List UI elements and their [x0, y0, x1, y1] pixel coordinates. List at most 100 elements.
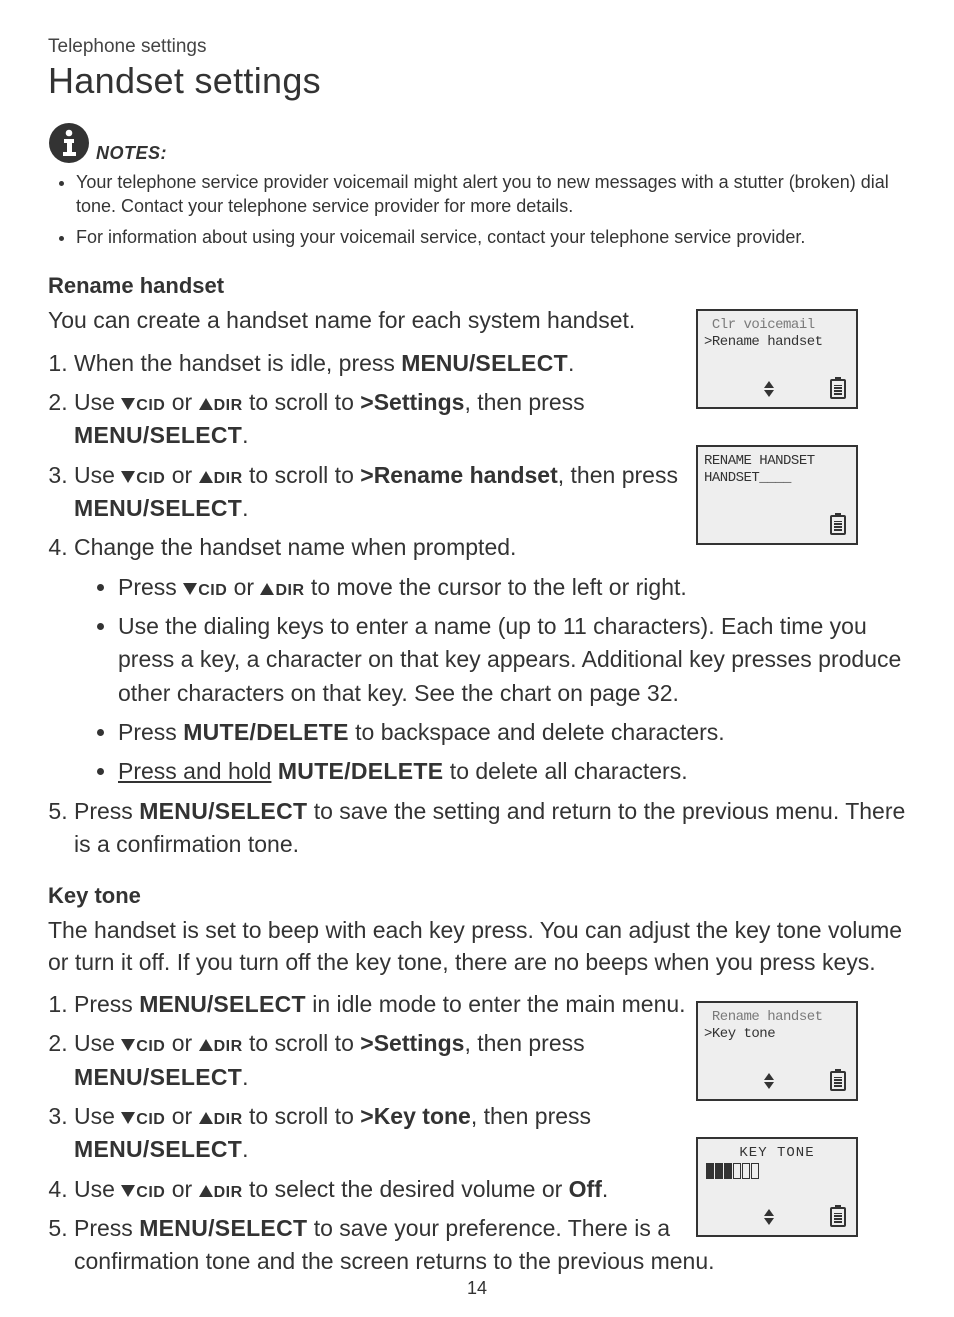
lcd-status-row	[698, 1207, 856, 1227]
up-triangle-icon	[199, 1039, 213, 1051]
keytone-section: Rename handset >Key tone KEY TONE Key to…	[48, 883, 906, 1278]
menu-select-key-label: MENU/SELECT	[74, 495, 242, 521]
step-text: Press	[118, 574, 183, 600]
step-text: Press	[74, 1215, 139, 1241]
down-triangle-icon	[183, 583, 197, 595]
step-text: to delete all characters.	[443, 758, 687, 784]
battery-icon	[830, 379, 846, 399]
dir-key-label: DIR	[214, 1184, 243, 1201]
step-item: Use CID or DIR to scroll to >Settings, t…	[74, 1027, 729, 1094]
dir-key-label: DIR	[214, 1111, 243, 1128]
step-item: Use CID or DIR to scroll to >Rename hand…	[74, 459, 729, 526]
step-text: Use	[74, 462, 121, 488]
step-text: Change the handset name when prompted.	[74, 534, 516, 560]
info-icon	[48, 122, 90, 164]
menu-target: >Settings	[360, 389, 464, 415]
step-item: Change the handset name when prompted. P…	[74, 531, 906, 788]
mute-delete-key-label: MUTE/DELETE	[278, 758, 444, 784]
lcd-line: Rename handset	[704, 1009, 850, 1026]
lcd-status-row	[698, 1071, 856, 1091]
cid-key-label: CID	[198, 582, 227, 599]
step-text: to scroll to	[243, 1030, 361, 1056]
lcd-screen-rename-menu: Clr voicemail >Rename handset	[696, 309, 858, 409]
down-triangle-icon	[121, 1185, 135, 1197]
menu-target: >Rename handset	[360, 462, 558, 488]
substep-item: Use the dialing keys to enter a name (up…	[118, 610, 906, 710]
dir-key-label: DIR	[214, 1038, 243, 1055]
step-text: to backspace and delete characters.	[349, 719, 725, 745]
step-text: in idle mode to enter the main menu.	[306, 991, 686, 1017]
lcd-status-row	[698, 379, 856, 399]
mute-delete-key-label: MUTE/DELETE	[183, 719, 349, 745]
up-triangle-icon	[199, 471, 213, 483]
step-item: Press MENU/SELECT to save the setting an…	[74, 795, 906, 862]
off-label: Off	[569, 1176, 602, 1202]
menu-key-label: MENU/	[401, 350, 475, 376]
page-title: Handset settings	[48, 60, 906, 102]
menu-target: >Key tone	[360, 1103, 471, 1129]
step-text: , then press	[558, 462, 678, 488]
step-item: Use CID or DIR to select the desired vol…	[74, 1173, 729, 1206]
step-text: , then press	[464, 389, 584, 415]
step-item: Use CID or DIR to scroll to >Settings, t…	[74, 386, 729, 453]
menu-key-label: MENU/	[139, 991, 213, 1017]
lcd-screen-rename-edit: RENAME HANDSET HANDSET____	[696, 445, 858, 545]
step-item: Press MENU/SELECT to save your preferenc…	[74, 1212, 729, 1279]
step-text: to move the cursor to the left or right.	[305, 574, 687, 600]
note-item: Your telephone service provider voicemai…	[76, 170, 906, 219]
down-triangle-icon	[121, 1039, 135, 1051]
up-down-arrows-icon	[764, 1073, 774, 1089]
step-text: Press	[74, 991, 139, 1017]
lcd-screen-keytone-volume: KEY TONE	[696, 1137, 858, 1237]
volume-bars-icon	[706, 1165, 850, 1179]
up-triangle-icon	[199, 1112, 213, 1124]
page: Telephone settings Handset settings NOTE…	[0, 0, 954, 1317]
substep-item: Press MUTE/DELETE to backspace and delet…	[118, 716, 906, 749]
step-text: or	[165, 1030, 198, 1056]
rename-heading: Rename handset	[48, 273, 906, 299]
battery-icon	[830, 1207, 846, 1227]
lcd-line: KEY TONE	[704, 1145, 850, 1161]
up-triangle-icon	[199, 398, 213, 410]
step-item: Press MENU/SELECT in idle mode to enter …	[74, 988, 729, 1021]
dir-key-label: DIR	[214, 470, 243, 487]
step-text: Use	[74, 1176, 121, 1202]
down-triangle-icon	[121, 1112, 135, 1124]
step-text: to scroll to	[243, 1103, 361, 1129]
up-triangle-icon	[199, 1185, 213, 1197]
lcd-line: Clr voicemail	[704, 317, 850, 334]
step-text: or	[227, 574, 260, 600]
step-text: Press	[118, 719, 183, 745]
menu-target: >Settings	[360, 1030, 464, 1056]
up-down-arrows-icon	[764, 381, 774, 397]
down-triangle-icon	[121, 398, 135, 410]
step-text: , then press	[471, 1103, 591, 1129]
notes-label: NOTES:	[96, 143, 167, 164]
cid-key-label: CID	[136, 1038, 165, 1055]
step-text-underlined: Press and hold	[118, 758, 271, 784]
lcd-line: RENAME HANDSET	[704, 453, 850, 470]
cid-key-label: CID	[136, 1111, 165, 1128]
note-item: For information about using your voicema…	[76, 225, 906, 249]
rename-steps: When the handset is idle, press MENU/SEL…	[48, 347, 906, 862]
step-item: When the handset is idle, press MENU/SEL…	[74, 347, 729, 380]
rename-substeps: Press CID or DIR to move the cursor to t…	[96, 571, 906, 789]
up-down-arrows-icon	[764, 1209, 774, 1225]
lcd-line: HANDSET____	[704, 470, 850, 487]
notes-list: Your telephone service provider voicemai…	[48, 170, 906, 249]
step-text: to scroll to	[243, 389, 361, 415]
battery-icon	[830, 1071, 846, 1091]
menu-select-key-label: MENU/SELECT	[74, 422, 242, 448]
notes-header: NOTES:	[48, 122, 906, 164]
step-item: Use CID or DIR to scroll to >Key tone, t…	[74, 1100, 729, 1167]
cid-key-label: CID	[136, 397, 165, 414]
menu-select-key-label: MENU/SELECT	[74, 1064, 242, 1090]
menu-select-key-label: MENU/SELECT	[74, 1136, 242, 1162]
substep-item: Press CID or DIR to move the cursor to t…	[118, 571, 773, 604]
lcd-line-selected: >Key tone	[704, 1026, 850, 1043]
menu-select-key-label: MENU/SELECT	[139, 798, 307, 824]
lcd-line-selected: >Rename handset	[704, 334, 850, 351]
step-text: Use	[74, 389, 121, 415]
section-label: Telephone settings	[48, 36, 906, 58]
rename-section: Clr voicemail >Rename handset RENAME HAN…	[48, 273, 906, 861]
